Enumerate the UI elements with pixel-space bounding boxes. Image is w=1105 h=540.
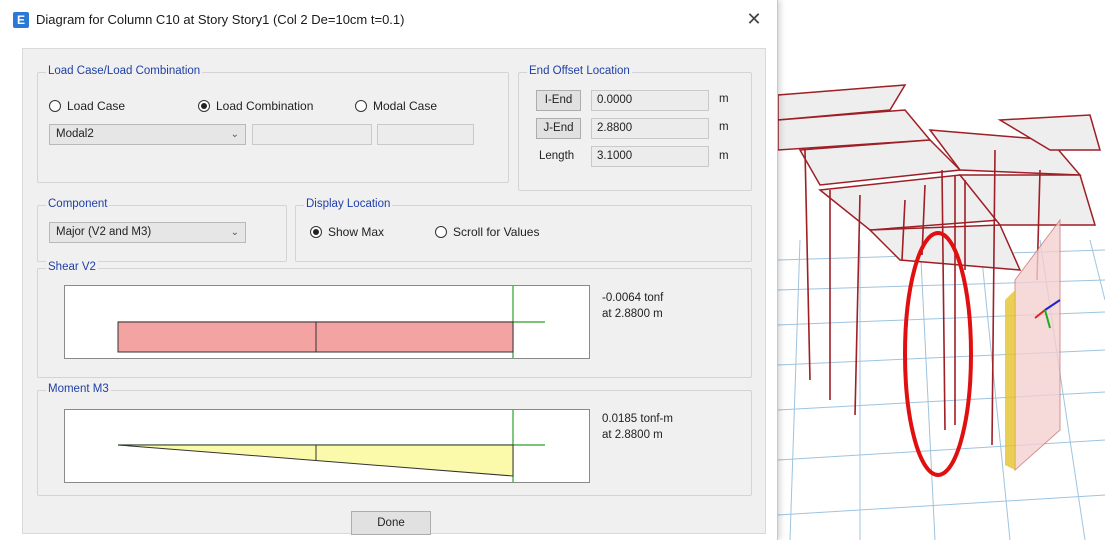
radio-show-max-label: Show Max — [328, 225, 385, 239]
diagram-dialog: E Diagram for Column C10 at Story Story1… — [0, 0, 778, 540]
shear-v2-group-title: Shear V2 — [46, 261, 98, 273]
radio-modal-case-dot[interactable] — [355, 100, 367, 112]
radio-show-max-dot[interactable] — [310, 226, 322, 238]
radio-modal-case-label: Modal Case — [373, 99, 438, 113]
length-field: 3.1000 — [591, 146, 709, 167]
moment-max-location: at 2.8800 m — [602, 429, 663, 441]
extra-field-1[interactable] — [252, 124, 372, 145]
moment-m3-group-title: Moment M3 — [46, 383, 111, 395]
j-end-unit: m — [719, 121, 729, 133]
shear-diagram — [117, 286, 545, 358]
length-unit: m — [719, 150, 729, 162]
radio-scroll-for-values-label: Scroll for Values — [453, 225, 540, 239]
moment-diagram — [117, 410, 545, 482]
load-combination-select[interactable]: Modal2 ⌄ — [49, 124, 246, 145]
moment-m3-group: Moment M3 0.0185 tonf-m at 2.8800 m — [37, 383, 752, 496]
radio-load-combination[interactable]: Load Combination — [198, 99, 313, 113]
radio-modal-case[interactable]: Modal Case — [355, 99, 437, 113]
i-end-unit: m — [719, 93, 729, 105]
radio-show-max[interactable]: Show Max — [310, 225, 384, 239]
length-label: Length — [539, 150, 575, 162]
dialog-client-area: Load Case/Load Combination Load Case Loa… — [22, 48, 766, 535]
chevron-down-icon: ⌄ — [230, 227, 239, 238]
title-bar: E Diagram for Column C10 at Story Story1… — [0, 0, 777, 40]
i-end-field[interactable]: 0.0000 — [591, 90, 709, 111]
shear-max-value: -0.0064 tonf — [602, 292, 664, 304]
radio-load-case-dot[interactable] — [49, 100, 61, 112]
component-value: Major (V2 and M3) — [56, 226, 152, 238]
radio-load-combination-label: Load Combination — [216, 99, 314, 113]
component-group-title: Component — [46, 198, 110, 210]
shear-v2-group: Shear V2 -0.0064 tonf at 2.8800 m — [37, 261, 752, 378]
etabs-app-icon: E — [13, 12, 29, 28]
close-icon[interactable]: ✕ — [741, 8, 767, 30]
shear-wall-panel — [1014, 218, 1061, 472]
radio-scroll-for-values[interactable]: Scroll for Values — [435, 225, 539, 239]
shear-diagram-box — [64, 285, 590, 359]
dialog-title: Diagram for Column C10 at Story Story1 (… — [36, 12, 405, 27]
j-end-field[interactable]: 2.8800 — [591, 118, 709, 139]
selection-highlight-ellipse — [903, 231, 973, 477]
extra-field-2[interactable] — [377, 124, 474, 145]
wall-edge — [1005, 290, 1015, 470]
component-group: Component Major (V2 and M3) ⌄ — [37, 198, 287, 262]
j-end-button[interactable]: J-End — [536, 118, 581, 139]
moment-max-value: 0.0185 tonf-m — [602, 413, 673, 425]
moment-diagram-box — [64, 409, 590, 483]
radio-load-case-label: Load Case — [67, 99, 126, 113]
radio-load-case[interactable]: Load Case — [49, 99, 125, 113]
load-case-group: Load Case/Load Combination Load Case Loa… — [37, 65, 509, 183]
radio-scroll-for-values-dot[interactable] — [435, 226, 447, 238]
component-select[interactable]: Major (V2 and M3) ⌄ — [49, 222, 246, 243]
chevron-down-icon: ⌄ — [230, 129, 239, 140]
display-location-group-title: Display Location — [304, 198, 393, 210]
shear-result: -0.0064 tonf at 2.8800 m — [602, 290, 663, 322]
i-end-button[interactable]: I-End — [536, 90, 581, 111]
done-button[interactable]: Done — [351, 511, 431, 535]
end-offset-group: End Offset Location I-End 0.0000 m J-End… — [518, 65, 752, 191]
moment-result: 0.0185 tonf-m at 2.8800 m — [602, 411, 673, 443]
load-combination-value: Modal2 — [56, 128, 94, 140]
display-location-group: Display Location Show Max Scroll for Val… — [295, 198, 752, 262]
shear-max-location: at 2.8800 m — [602, 308, 663, 320]
load-case-group-title: Load Case/Load Combination — [46, 65, 203, 77]
end-offset-group-title: End Offset Location — [527, 65, 632, 77]
radio-load-combination-dot[interactable] — [198, 100, 210, 112]
